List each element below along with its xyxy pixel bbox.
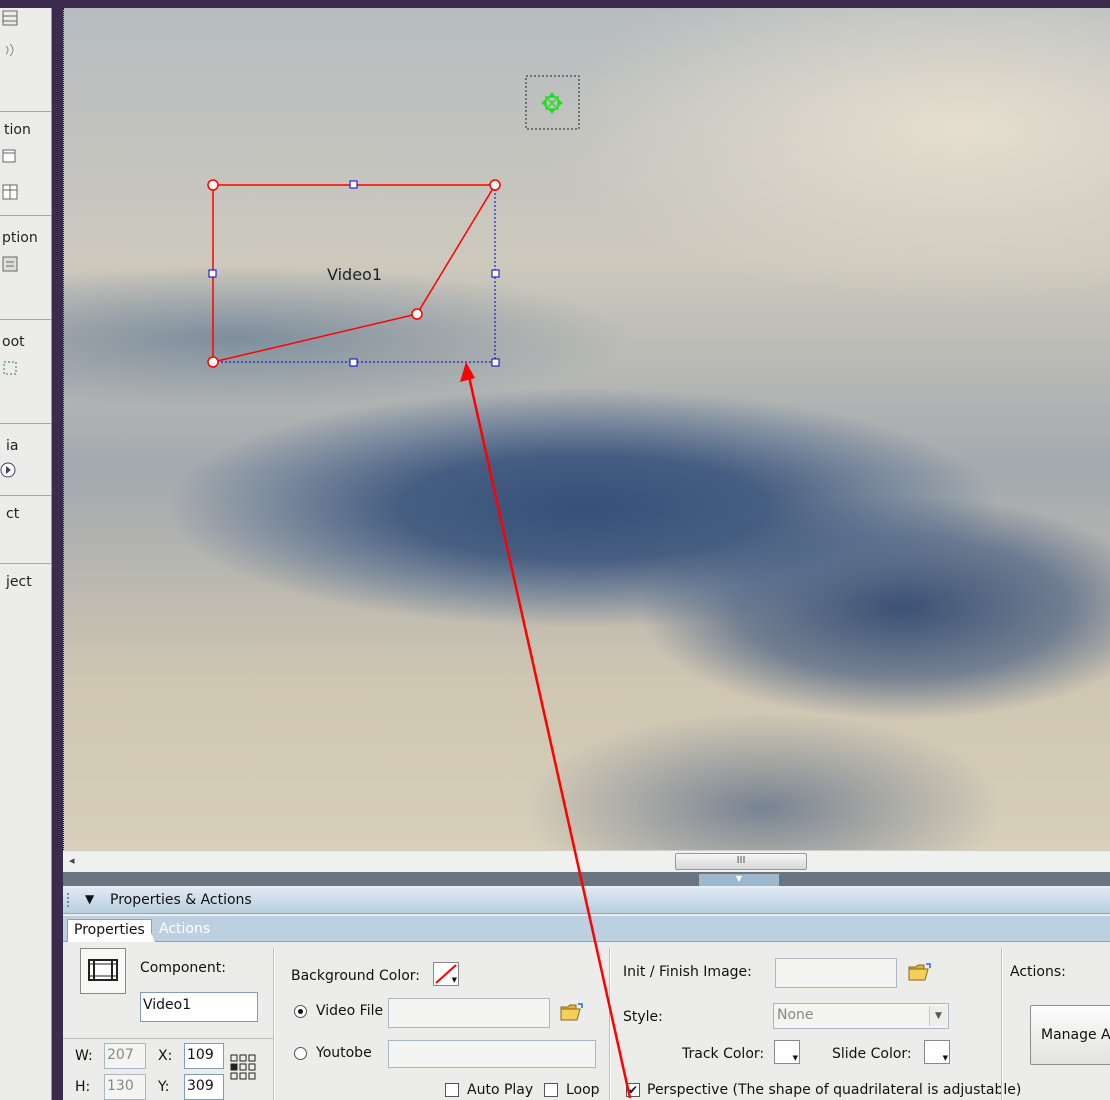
- annotation-arrow: [460, 362, 632, 1099]
- app-window: tion ption oot ia ct ject Video1 ◂ III ▼…: [0, 0, 1110, 1100]
